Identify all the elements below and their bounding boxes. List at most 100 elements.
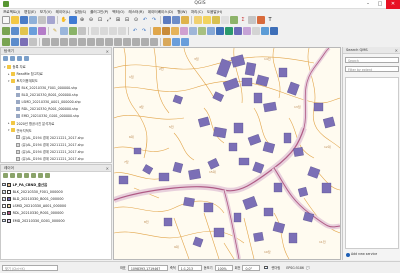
browser-tree-item[interactable]: ▸ 2020년 항공사진 분석자료 [1, 120, 111, 127]
fill-ring-icon[interactable] [87, 38, 95, 46]
layer-item[interactable]: LSMD_20210330_A001_000000 [2, 203, 110, 210]
map-canvas[interactable]: 1임 2전 3임 4답 5전 6대 7답 8전 9대 10답 11전 12대 1… [113, 47, 341, 260]
layer-visibility-checkbox[interactable]: ✓ [2, 182, 6, 187]
layer-item[interactable]: ✓ BLD_20210330_B001_000000 [2, 195, 110, 202]
layer-item[interactable]: ✓ EMD_20210330_G001_000000 [2, 217, 110, 224]
add-part-icon[interactable] [78, 38, 86, 46]
maximize-button[interactable]: □ [374, 0, 386, 9]
layer-item[interactable]: ✓ LP_PA_CBND_출산읍 [2, 181, 110, 188]
zoom-native-icon[interactable]: ⊙ [132, 16, 140, 24]
diagram-icon[interactable] [180, 27, 188, 35]
rotation-spinbox[interactable]: 0.0° [242, 264, 261, 271]
browser-tree-item[interactable]: EMD_20210330_G001_000000.shp [1, 113, 111, 120]
field-calculator-icon[interactable] [230, 16, 238, 24]
deselect-icon[interactable] [221, 16, 229, 24]
save-project-icon[interactable] [20, 16, 28, 24]
add-feature-icon[interactable] [69, 27, 77, 35]
browser-tree-item[interactable]: (유)AL_D194 경계 20211221_2017.shp [1, 134, 111, 141]
pan-hand-icon[interactable]: ✋ [60, 16, 68, 24]
zoom-next-icon[interactable]: ↷ [150, 16, 158, 24]
zoom-out-icon[interactable]: ⊖ [87, 16, 95, 24]
open-project-icon[interactable] [11, 16, 19, 24]
browser-tree-item[interactable]: ▸ ReadMe 참고자료 [1, 70, 111, 77]
redo-icon[interactable]: ↷ [140, 27, 148, 35]
add-vector-layer-icon[interactable] [2, 27, 10, 35]
label-icon[interactable] [153, 27, 161, 35]
topological-editing-icon[interactable] [181, 38, 189, 46]
zoom-last-icon[interactable]: ↶ [141, 16, 149, 24]
measure-icon[interactable] [248, 16, 256, 24]
identify-features-icon[interactable] [194, 16, 202, 24]
toggle-editing-pencil-icon[interactable]: ✎ [51, 27, 59, 35]
close-panel-icon[interactable]: ✕ [395, 47, 398, 54]
print-layout-icon[interactable] [38, 16, 46, 24]
browser-tree-item[interactable]: RDL_20210330_R001_000000.shp [1, 106, 111, 113]
offset-curve-icon[interactable] [123, 38, 131, 46]
new-map-view-icon[interactable] [163, 16, 171, 24]
add-group-icon[interactable] [10, 173, 15, 178]
refresh-icon[interactable] [3, 56, 8, 61]
layer-symbol-swatch[interactable] [7, 204, 12, 209]
layer-symbol-swatch[interactable] [7, 218, 12, 223]
add-virtual-layer-icon[interactable] [20, 38, 28, 46]
browser-tree-item[interactable]: LSMD_20210330_A001_000000.shp [1, 98, 111, 105]
plugin-e-icon[interactable] [252, 27, 260, 35]
magnifier-spinbox[interactable]: 100% [214, 264, 233, 271]
close-panel-icon[interactable]: ✕ [106, 48, 109, 55]
render-checkbox[interactable]: ✓ [264, 265, 269, 270]
browser-tree-item[interactable]: ▾ 등록 자료 [1, 63, 111, 70]
browser-tree-item[interactable]: BLD_20210330_B001_000000.shp [1, 91, 111, 98]
zoom-in-icon[interactable]: ⊕ [78, 16, 86, 24]
snapping-icon[interactable] [163, 38, 171, 46]
open-styling-icon[interactable] [3, 173, 8, 178]
add-delimited-text-icon[interactable] [20, 27, 28, 35]
browser-tree-item[interactable]: (유)AL_D194 경계 20211221_2017.shp [1, 148, 111, 155]
zoom-rubberband-icon[interactable]: ⊡ [96, 16, 104, 24]
delete-ring-icon[interactable] [96, 38, 104, 46]
paste-features-icon[interactable] [118, 27, 126, 35]
layer-visibility-checkbox[interactable]: ✓ [2, 197, 6, 201]
undo-icon[interactable]: ↶ [131, 27, 139, 35]
temporal-controller-icon[interactable] [172, 16, 180, 24]
map-rendering[interactable]: 1임 2전 3임 4답 5전 6대 7답 8전 9대 10답 11전 12대 1… [114, 48, 340, 259]
sum-statistics-icon[interactable]: Σ [239, 16, 247, 24]
close-panel-icon[interactable]: ✕ [106, 165, 109, 172]
browser-tree-item[interactable]: (유)AL_D194 경계 20211221_2017.shp [1, 155, 111, 162]
add-csv-icon[interactable] [2, 38, 10, 46]
save-as-icon[interactable] [29, 16, 37, 24]
simplify-feature-icon[interactable] [60, 38, 68, 46]
layer-symbol-swatch[interactable] [7, 211, 12, 216]
layer-visibility-checkbox[interactable]: ✓ [2, 189, 6, 194]
layout-manager-icon[interactable] [47, 16, 55, 24]
add-wms-layer-icon[interactable] [29, 27, 37, 35]
split-features-icon[interactable] [132, 38, 140, 46]
map-tips-icon[interactable] [257, 16, 265, 24]
add-raster-layer-icon[interactable] [11, 27, 19, 35]
filter-legend-icon[interactable] [24, 173, 29, 178]
browser-tree-item[interactable]: (유)AL_D194 경계 20211221_2017.shp [1, 141, 111, 148]
digitize-shape-icon[interactable] [42, 38, 50, 46]
zoom-to-layer-icon[interactable]: ⊟ [123, 16, 131, 24]
label-style-icon[interactable] [162, 27, 170, 35]
plugin-b-icon[interactable] [225, 27, 233, 35]
enable-properties-icon[interactable] [24, 56, 29, 61]
quickmapservices-icon[interactable] [261, 27, 269, 35]
plugin-c-icon[interactable] [234, 27, 242, 35]
zoom-to-selection-icon[interactable]: ⊞ [114, 16, 122, 24]
tracing-icon[interactable] [172, 38, 180, 46]
rotate-feature-icon[interactable] [51, 38, 59, 46]
new-shapefile-icon[interactable] [29, 38, 37, 46]
pan-to-selection-icon[interactable] [69, 16, 77, 24]
delete-part-icon[interactable] [105, 38, 113, 46]
show-hide-labels-icon[interactable] [189, 27, 197, 35]
zoom-full-icon[interactable]: ⤢ [105, 16, 113, 24]
minimize-button[interactable]: – [362, 0, 374, 9]
vertex-tool-icon[interactable] [78, 27, 86, 35]
manage-map-themes-icon[interactable] [17, 173, 22, 178]
merge-features-icon[interactable] [150, 38, 158, 46]
close-button[interactable]: ✕ [386, 0, 400, 9]
layer-symbol-swatch[interactable] [7, 196, 12, 201]
filter-icon[interactable] [10, 56, 15, 61]
browser-tree-item[interactable]: ▾ 토지이용계획도 [1, 77, 111, 84]
delete-selected-icon[interactable] [91, 27, 99, 35]
